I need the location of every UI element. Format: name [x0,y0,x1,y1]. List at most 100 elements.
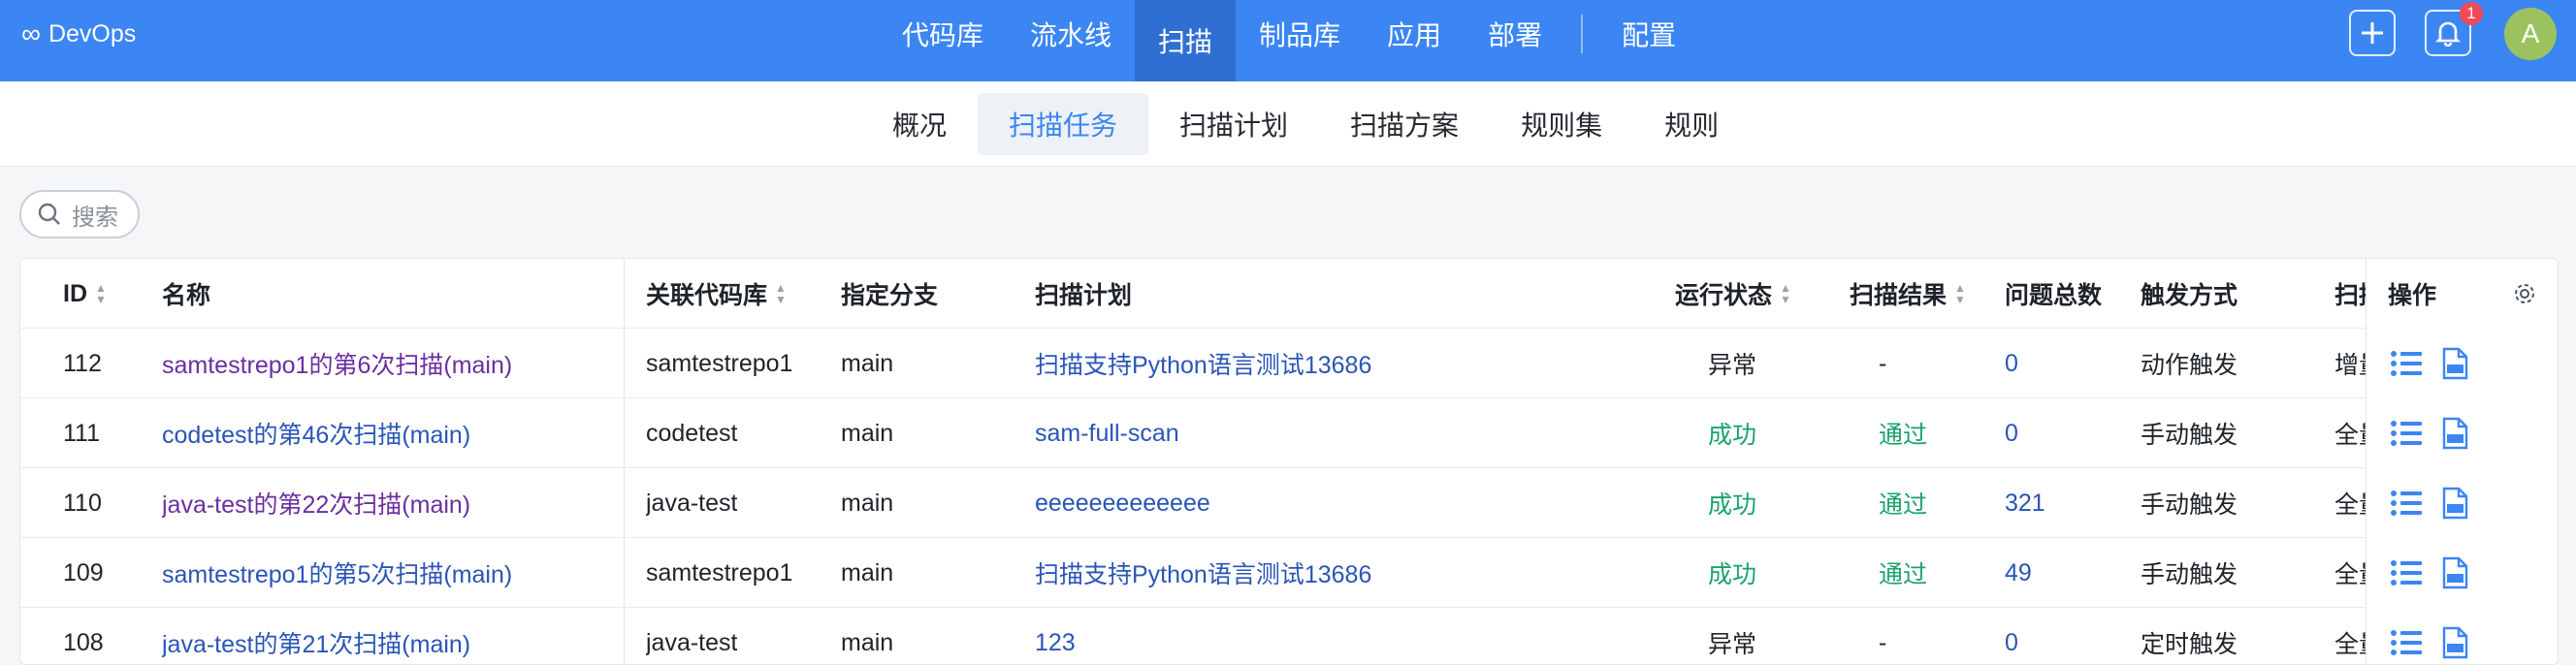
nav-item-deploy[interactable]: 部署 [1465,0,1565,68]
row-actions [2390,608,2471,664]
cell-result: - [1879,628,1887,656]
cell-name[interactable]: codetest的第46次扫描(main) [162,398,470,468]
table-row[interactable]: 112 samtestrepo1的第6次扫描(main) samtestrepo1 m… [20,329,2558,398]
cell-repo: java-test [646,628,738,656]
sort-icon[interactable]: ▲ ▼ [775,282,787,305]
nav-item-artifacts[interactable]: 制品库 [1236,0,1364,68]
cell-plan[interactable]: 扫描支持Python语言测试13686 [1035,329,1371,398]
notifications-button[interactable]: 1 [2425,2,2483,56]
cell-plan[interactable]: eeeeeeeeeeeee [1035,468,1210,538]
header-id-label: ID [63,279,87,307]
header-ops: 操作 [2388,282,2437,309]
cell-trigger: 动作触发 [2141,352,2238,379]
cell-branch: main [841,628,894,656]
cell-issues[interactable]: 49 [2005,538,2032,608]
brand[interactable]: ∞ DevOps [21,0,136,68]
log-file-icon[interactable] [2438,626,2471,659]
table-row[interactable]: 111 codetest的第46次扫描(main) codetest main sam-… [20,398,2558,468]
header-repo[interactable]: 关联代码库 ▲ ▼ [646,259,787,329]
cell-plan[interactable]: sam-full-scan [1035,398,1179,468]
row-actions [2390,398,2471,468]
cell-id: 108 [63,628,104,656]
header-name: 名称 [162,282,211,309]
cell-plan[interactable]: 扫描支持Python语言测试13686 [1035,538,1371,608]
list-icon[interactable] [2390,556,2423,589]
cell-result: - [1879,349,1887,377]
nav-item-repos[interactable]: 代码库 [879,0,1007,68]
search-box[interactable]: 搜索 [19,190,140,238]
user-avatar[interactable]: A [2504,8,2557,60]
cell-plan[interactable]: 123 [1035,608,1076,664]
list-icon[interactable] [2390,487,2423,520]
tab-scan-plans[interactable]: 扫描计划 [1148,93,1319,155]
nav-item-pipelines[interactable]: 流水线 [1007,0,1135,68]
cell-trigger: 手动触发 [2141,491,2238,519]
table-row[interactable]: 109 samtestrepo1的第5次扫描(main) samtestrepo1 m… [20,538,2558,608]
cell-status: 成功 [1708,422,1757,449]
search-icon [38,203,60,225]
tab-rules[interactable]: 规则 [1633,93,1750,155]
cell-issues[interactable]: 0 [2005,398,2018,468]
cell-scope: 全量 [2334,422,2366,449]
cell-name[interactable]: samtestrepo1的第6次扫描(main) [162,329,512,398]
tab-rulesets[interactable]: 规则集 [1490,93,1633,155]
nav-item-settings[interactable]: 配置 [1598,0,1699,68]
row-actions [2390,329,2471,398]
tab-scan-schemes[interactable]: 扫描方案 [1319,93,1490,155]
header-id[interactable]: ID ▲ ▼ [63,259,107,329]
nav-item-apps[interactable]: 应用 [1364,0,1465,68]
list-icon[interactable] [2390,626,2423,659]
cell-issues[interactable]: 0 [2005,329,2018,398]
cell-result: 通过 [1879,491,1928,519]
cell-issues[interactable]: 321 [2005,468,2045,538]
cell-result: 通过 [1879,561,1928,588]
cell-name[interactable]: samtestrepo1的第5次扫描(main) [162,538,512,608]
header-plan: 扫描计划 [1035,282,1133,309]
cell-status: 异常 [1708,631,1757,658]
log-file-icon[interactable] [2438,347,2471,380]
header-status-label: 运行状态 [1675,282,1773,309]
list-icon[interactable] [2390,347,2423,380]
plus-icon [2362,22,2383,44]
cell-name[interactable]: java-test的第21次扫描(main) [162,608,470,664]
cell-id: 109 [63,558,104,586]
cell-scope: 全量 [2334,491,2366,519]
bell-icon [2434,21,2462,47]
cell-scope: 全量 [2334,561,2366,588]
table-settings-button[interactable] [2512,259,2537,329]
list-icon[interactable] [2390,417,2423,450]
operations-column: 操作 [2366,259,2558,664]
cell-id: 111 [63,419,101,447]
infinity-logo-icon: ∞ [21,18,41,48]
sort-icon[interactable]: ▲ ▼ [95,282,107,305]
cell-branch: main [841,419,894,447]
header-status[interactable]: 运行状态 ▲ ▼ [1675,259,1791,329]
header-trigger: 触发方式 [2141,282,2238,309]
cell-id: 110 [63,489,102,517]
table-header: ID ▲ ▼ 名称 关联代码库 ▲ ▼ 指定分支 扫描计划 运行状态 ▲ ▼ 扫描结果… [20,259,2558,329]
sort-icon[interactable]: ▲ ▼ [1780,282,1791,305]
log-file-icon[interactable] [2438,417,2471,450]
cell-issues[interactable]: 0 [2005,608,2018,664]
cell-trigger: 手动触发 [2141,422,2238,449]
log-file-icon[interactable] [2438,487,2471,520]
table-row[interactable]: 110 java-test的第22次扫描(main) java-test main ee… [20,468,2558,538]
tab-scan-tasks[interactable]: 扫描任务 [978,93,1149,155]
cell-trigger: 手动触发 [2141,561,2238,588]
search-placeholder: 搜索 [72,204,118,231]
header-issues: 问题总数 [2005,282,2103,309]
nav-item-scan[interactable]: 扫描 [1135,0,1237,81]
cell-scope: 全量 [2334,631,2366,658]
cell-repo: java-test [646,489,738,517]
tab-overview[interactable]: 概况 [861,93,978,155]
sub-tabs: 概况 扫描任务 扫描计划 扫描方案 规则集 规则 [861,93,1750,155]
table-row[interactable]: 108 java-test的第21次扫描(main) java-test main 12… [20,608,2558,664]
scan-task-table: ID ▲ ▼ 名称 关联代码库 ▲ ▼ 指定分支 扫描计划 运行状态 ▲ ▼ 扫描结果… [19,258,2559,665]
sort-icon[interactable]: ▲ ▼ [1954,282,1966,305]
create-button[interactable] [2349,10,2396,56]
log-file-icon[interactable] [2438,556,2471,589]
header-result[interactable]: 扫描结果 ▲ ▼ [1850,259,1966,329]
cell-name[interactable]: java-test的第22次扫描(main) [162,468,470,538]
cell-scope: 增量 [2334,352,2366,379]
main-nav: 代码库 流水线 扫描 制品库 应用 部署 配置 [879,0,1699,81]
